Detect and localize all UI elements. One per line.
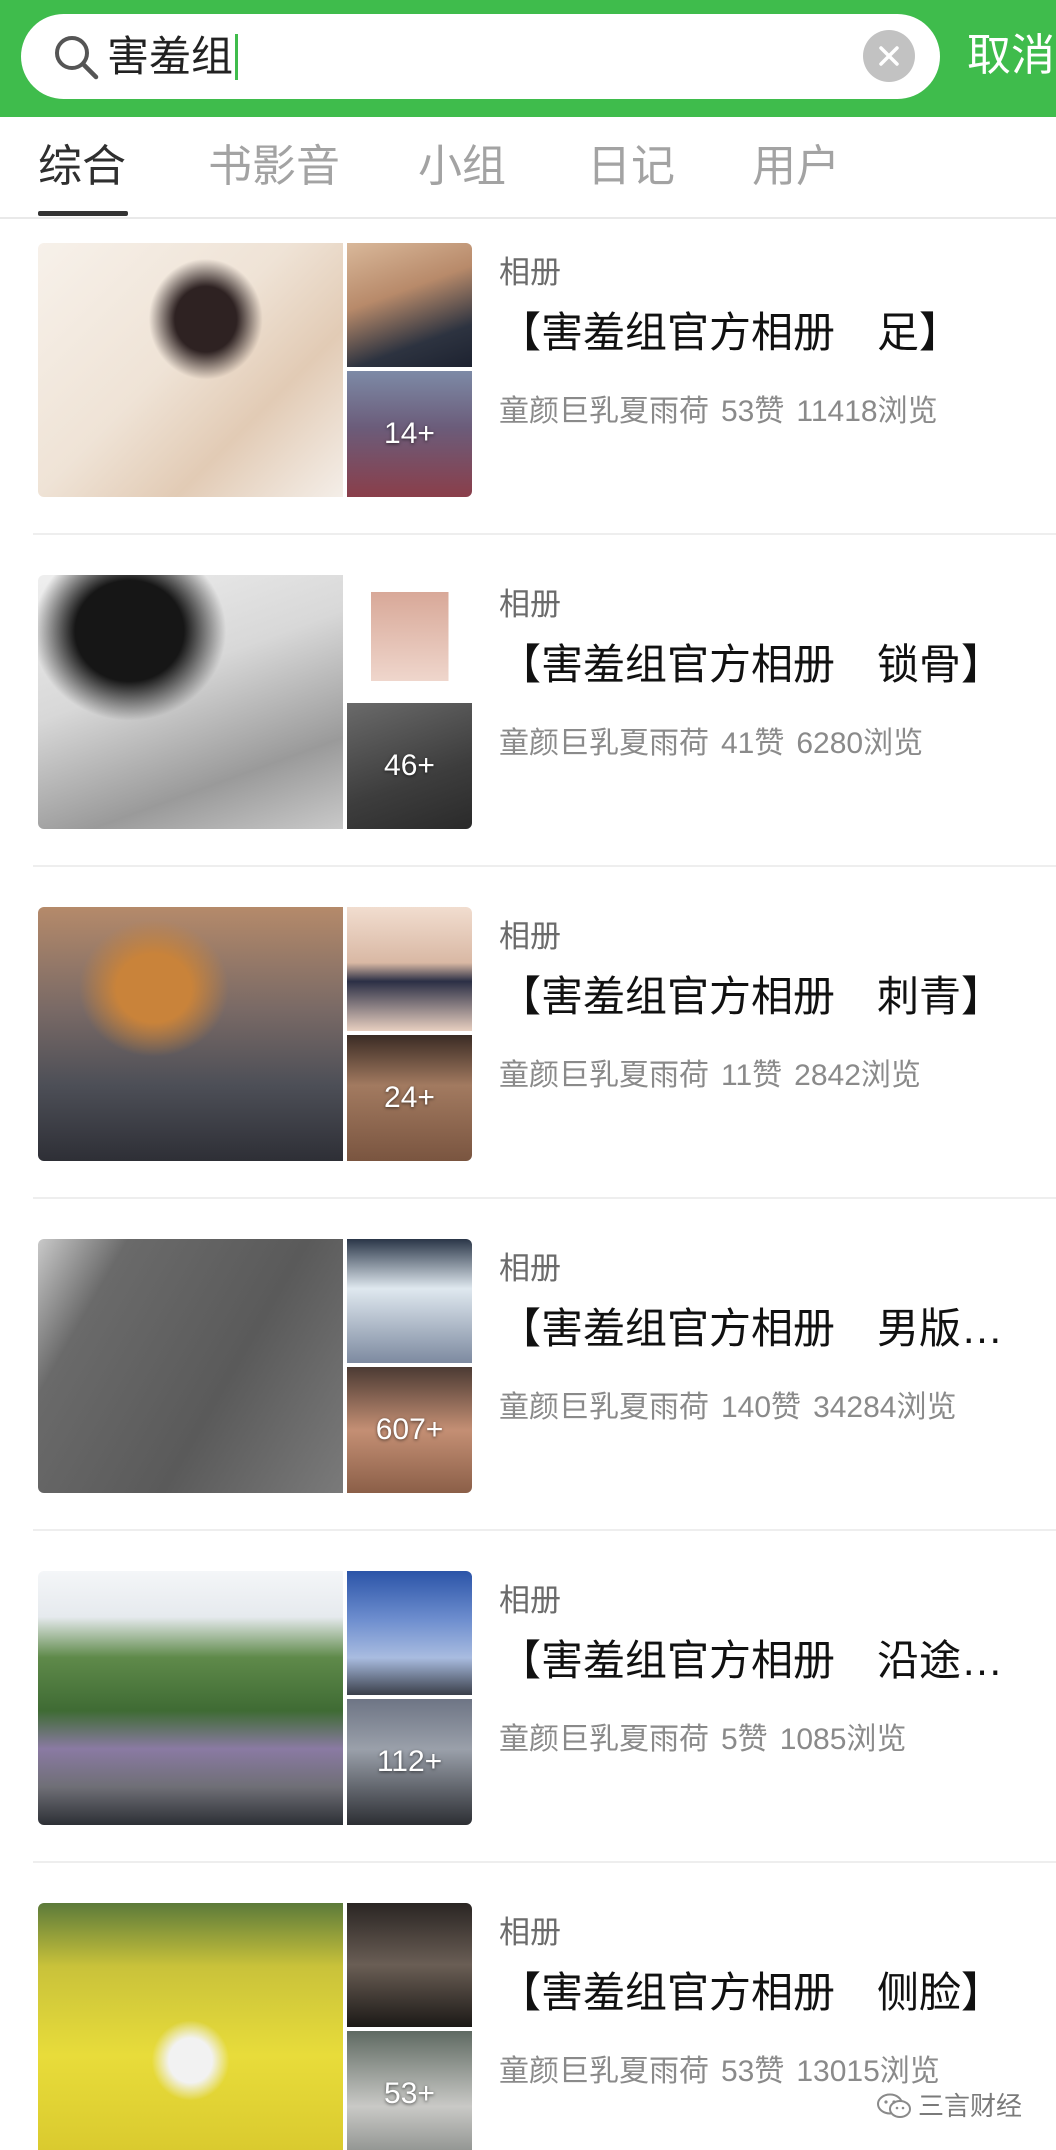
album-cover-photo[interactable] <box>38 243 343 497</box>
result-title[interactable]: 【害羞组官方相册 刺青】 <box>499 971 1051 1023</box>
result-meta: 童颜巨乳夏雨荷 53赞 11418浏览 <box>499 386 950 430</box>
search-icon <box>55 36 99 80</box>
like-count: 53赞 <box>721 2055 785 2088</box>
album-preview-photo[interactable] <box>347 243 472 367</box>
view-count: 1085浏览 <box>779 1723 907 1756</box>
album-preview-photo[interactable]: 53+ <box>347 2031 472 2150</box>
album-preview-photo[interactable]: 46+ <box>347 703 472 829</box>
author-name[interactable]: 童颜巨乳夏雨荷 <box>499 727 709 760</box>
like-count: 41赞 <box>721 727 785 760</box>
cancel-button[interactable]: 取消 <box>967 0 1055 117</box>
view-count: 34284浏览 <box>813 1391 957 1424</box>
result-type-label: 相册 <box>499 919 561 954</box>
photo-count: 607+ <box>375 1413 444 1446</box>
result-type-label: 相册 <box>499 1583 561 1618</box>
search-input-value: 害羞组 <box>107 33 234 80</box>
watermark: 三言财经 <box>876 2086 1022 2126</box>
album-preview-photo[interactable] <box>347 1239 472 1363</box>
album-cover-photo[interactable] <box>38 1903 343 2150</box>
result-meta: 童颜巨乳夏雨荷 41赞 6280浏览 <box>499 718 935 762</box>
album-preview-photo[interactable]: 24+ <box>347 1035 472 1161</box>
author-name[interactable]: 童颜巨乳夏雨荷 <box>499 2055 709 2088</box>
photo-count: 53+ <box>384 2077 435 2110</box>
result-meta: 童颜巨乳夏雨荷 140赞 34284浏览 <box>499 1382 969 1426</box>
result-title[interactable]: 【害羞组官方相册 锁骨】 <box>499 639 1051 691</box>
album-preview-photo[interactable] <box>347 1571 472 1695</box>
view-count: 11418浏览 <box>796 395 938 428</box>
result-tabs: 综合 书影音 小组 日记 用户 <box>0 117 1056 219</box>
result-type-label: 相册 <box>499 1251 561 1286</box>
like-count: 53赞 <box>721 395 785 428</box>
author-name[interactable]: 童颜巨乳夏雨荷 <box>499 1391 709 1424</box>
album-preview-photo[interactable] <box>347 907 472 1031</box>
clear-search-button[interactable] <box>863 30 915 82</box>
view-count: 2842浏览 <box>794 1059 921 1092</box>
result-title[interactable]: 【害羞组官方相册 男版… <box>499 1303 1051 1355</box>
photo-count: 112+ <box>376 1745 443 1778</box>
album-cover-photo[interactable] <box>38 1239 343 1493</box>
result-meta: 童颜巨乳夏雨荷 53赞 13015浏览 <box>499 2046 952 2090</box>
search-box[interactable]: 害羞组 <box>21 14 940 99</box>
tab-1[interactable]: 综合 <box>38 117 126 217</box>
tab-2[interactable]: 书影音 <box>208 117 340 217</box>
author-name[interactable]: 童颜巨乳夏雨荷 <box>499 1723 709 1756</box>
result-title[interactable]: 【害羞组官方相册 沿途… <box>499 1635 1051 1687</box>
clear-icon <box>879 46 899 66</box>
album-preview-photo[interactable]: 607+ <box>347 1367 472 1493</box>
search-input[interactable]: 害羞组 <box>107 14 239 99</box>
result-title[interactable]: 【害羞组官方相册 足】 <box>499 307 1051 359</box>
search-header: 害羞组 取消 <box>0 0 1056 117</box>
view-count: 13015浏览 <box>796 2055 940 2088</box>
album-preview-photo[interactable]: 14+ <box>347 371 472 497</box>
like-count: 140赞 <box>721 1391 802 1424</box>
like-count: 11赞 <box>721 1059 783 1092</box>
author-name[interactable]: 童颜巨乳夏雨荷 <box>499 1059 709 1092</box>
result-meta: 童颜巨乳夏雨荷 11赞 2842浏览 <box>499 1050 933 1094</box>
album-cover-photo[interactable] <box>38 1571 343 1825</box>
tab-5[interactable]: 用户 <box>752 117 840 217</box>
result-item[interactable]: 112+ 相册【害羞组官方相册 沿途… 童颜巨乳夏雨荷 5赞 1085浏览 <box>0 1531 1056 1863</box>
result-type-label: 相册 <box>499 587 561 622</box>
result-type-label: 相册 <box>499 255 561 290</box>
result-type-label: 相册 <box>499 1915 561 1950</box>
album-cover-photo[interactable] <box>38 907 343 1161</box>
photo-count: 46+ <box>384 749 435 782</box>
album-preview-photo[interactable] <box>347 1903 472 2027</box>
text-cursor <box>235 33 239 80</box>
result-title[interactable]: 【害羞组官方相册 侧脸】 <box>499 1967 1051 2019</box>
album-preview-photo[interactable] <box>347 575 472 699</box>
result-item[interactable]: 46+ 相册【害羞组官方相册 锁骨】童颜巨乳夏雨荷 41赞 6280浏览 <box>0 535 1056 867</box>
watermark-text: 三言财经 <box>918 2091 1023 2121</box>
tab-4[interactable]: 日记 <box>587 117 675 217</box>
view-count: 6280浏览 <box>796 727 924 760</box>
result-item[interactable]: 607+ 相册【害羞组官方相册 男版… 童颜巨乳夏雨荷 140赞 34284浏览 <box>0 1199 1056 1531</box>
wechat-icon <box>877 2093 911 2119</box>
result-meta: 童颜巨乳夏雨荷 5赞 1085浏览 <box>499 1714 918 1758</box>
result-list: 14+ 相册 【害羞组官方相册 足】 童颜巨乳夏雨荷 53赞 11418浏览 46+ 相册 【害… <box>0 219 1056 2150</box>
like-count: 5赞 <box>721 1723 768 1756</box>
result-item[interactable]: 14+ 相册【害羞组官方相册 足】童颜巨乳夏雨荷 53赞 11418浏览 <box>0 219 1056 535</box>
author-name[interactable]: 童颜巨乳夏雨荷 <box>499 395 709 428</box>
album-cover-photo[interactable] <box>38 575 343 829</box>
album-preview-photo[interactable]: 112+ <box>347 1699 472 1825</box>
photo-count: 24+ <box>384 1081 435 1114</box>
result-item[interactable]: 24+ 相册【害羞组官方相册 刺青】童颜巨乳夏雨荷 11赞 2842浏览 <box>0 867 1056 1199</box>
tab-3[interactable]: 小组 <box>418 117 506 217</box>
photo-count: 14+ <box>384 417 435 450</box>
